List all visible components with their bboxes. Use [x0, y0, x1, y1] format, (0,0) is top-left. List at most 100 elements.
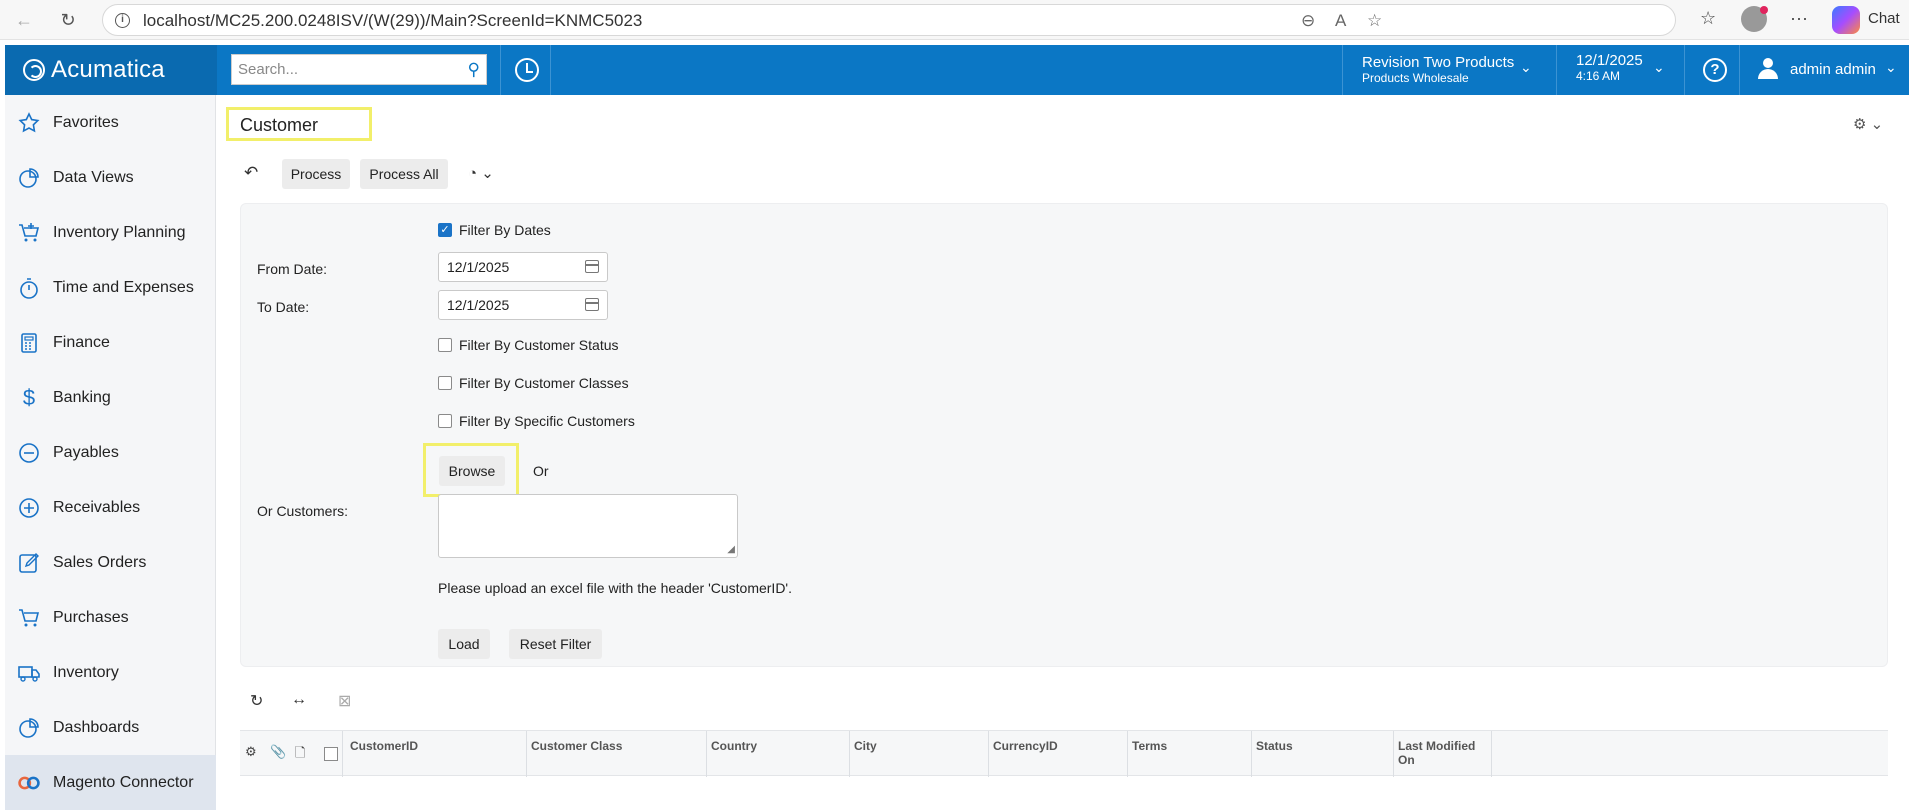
site-info-icon[interactable]: i: [115, 13, 130, 28]
column-header[interactable]: Customer Class: [527, 731, 707, 777]
or-customers-label: Or Customers:: [257, 503, 349, 519]
to-date-field[interactable]: 12/1/2025: [438, 290, 608, 320]
calculator-icon: [5, 331, 53, 355]
sidebar-item-payables[interactable]: Payables: [5, 425, 216, 480]
acumatica-logo[interactable]: Acumatica: [5, 45, 217, 95]
divider: [1556, 45, 1557, 95]
sidebar-item-finance[interactable]: Finance: [5, 315, 216, 370]
chevron-down-icon[interactable]: ⌄: [1653, 59, 1665, 76]
column-header[interactable]: Last Modified On: [1394, 731, 1492, 777]
sidebar-item-dashboards[interactable]: Dashboards: [5, 700, 216, 755]
fit-columns-icon[interactable]: ↔: [291, 691, 307, 709]
chevron-down-icon[interactable]: ⌄: [1520, 59, 1532, 76]
plus-circle-icon: [5, 496, 53, 520]
chat-label[interactable]: Chat: [1868, 10, 1900, 27]
grid-settings-icon[interactable]: ⚙: [245, 744, 257, 760]
address-bar[interactable]: i localhost/MC25.200.0248ISV/(W(29))/Mai…: [102, 4, 1676, 36]
user-menu[interactable]: admin admin: [1790, 61, 1876, 78]
customers-textarea[interactable]: ◢: [438, 494, 738, 558]
page-title: Customer: [240, 115, 319, 135]
sidebar-item-inventory-planning[interactable]: Inventory Planning: [5, 205, 216, 260]
sidebar-item-time-and-expenses[interactable]: Time and Expenses: [5, 260, 216, 315]
process-button[interactable]: Process: [282, 159, 350, 189]
logo-icon: [23, 59, 45, 81]
notification-dot: [1760, 6, 1768, 14]
column-header[interactable]: City: [850, 731, 989, 777]
favorite-star-icon[interactable]: ☆: [1367, 11, 1382, 31]
app-header: Acumatica ⚲ Revision Two Products Produc…: [5, 45, 1909, 95]
search-input[interactable]: [232, 55, 452, 84]
filter-by-specific-label: Filter By Specific Customers: [459, 413, 635, 429]
column-header[interactable]: Country: [707, 731, 850, 777]
favorites-bar-icon[interactable]: ☆: [1700, 8, 1716, 29]
sidebar-item-inventory[interactable]: Inventory: [5, 645, 216, 700]
minus-circle-icon: [5, 441, 53, 465]
filter-by-classes-label: Filter By Customer Classes: [459, 375, 629, 391]
process-all-button[interactable]: Process All: [360, 159, 448, 189]
search-icon[interactable]: ⚲: [468, 60, 480, 80]
company-selector[interactable]: Revision Two Products Products Wholesale: [1362, 54, 1514, 85]
sidebar-item-purchases[interactable]: Purchases: [5, 590, 216, 645]
sidebar-item-magento-connector[interactable]: Magento Connector: [5, 755, 216, 810]
filter-by-dates-checkbox[interactable]: ✓: [438, 223, 452, 237]
browse-button[interactable]: Browse: [439, 456, 505, 486]
filter-by-status-checkbox[interactable]: [438, 338, 452, 352]
cart-icon: [5, 606, 53, 630]
sidebar-item-receivables[interactable]: Receivables: [5, 480, 216, 535]
sidebar-item-data-views[interactable]: Data Views: [5, 150, 216, 205]
column-header[interactable]: CurrencyID: [989, 731, 1128, 777]
sidebar-item-sales-orders[interactable]: Sales Orders: [5, 535, 216, 590]
stopwatch-icon: [5, 276, 53, 300]
pie-chart-icon: [5, 166, 53, 190]
refresh-icon[interactable]: ↻: [56, 8, 80, 32]
from-date-field[interactable]: 12/1/2025: [438, 252, 608, 282]
upload-note: Please upload an excel file with the hea…: [438, 580, 792, 596]
to-date-label: To Date:: [257, 299, 310, 315]
filter-by-specific-checkbox[interactable]: [438, 414, 452, 428]
load-button[interactable]: Load: [438, 629, 490, 659]
search-box[interactable]: ⚲: [231, 54, 487, 85]
star-icon: [5, 111, 53, 135]
browser-toolbar: ← ↻ i localhost/MC25.200.0248ISV/(W(29))…: [0, 0, 1909, 40]
column-header[interactable]: Status: [1252, 731, 1394, 777]
sidebar-item-banking[interactable]: $ Banking: [5, 370, 216, 425]
column-header[interactable]: CustomerID: [346, 731, 527, 777]
column-header[interactable]: Terms: [1128, 731, 1252, 777]
help-icon[interactable]: ?: [1703, 58, 1727, 82]
filter-by-dates-label: Filter By Dates: [459, 222, 551, 238]
select-all-checkbox[interactable]: [324, 747, 338, 761]
refresh-icon[interactable]: ↻: [250, 691, 263, 711]
cart-plus-icon: [5, 221, 53, 245]
attachment-icon[interactable]: 📎: [270, 744, 286, 760]
calendar-icon[interactable]: [585, 298, 599, 311]
schedule-icon[interactable]: ◔ ⌄: [468, 164, 494, 182]
sidebar-item-favorites[interactable]: Favorites: [5, 95, 216, 150]
reset-filter-button[interactable]: Reset Filter: [509, 629, 602, 659]
filter-by-classes-checkbox[interactable]: [438, 376, 452, 390]
history-icon[interactable]: [515, 58, 539, 82]
more-menu-icon[interactable]: ···: [1790, 8, 1808, 29]
dollar-icon: $: [22, 384, 36, 410]
business-date-selector[interactable]: 12/1/2025 4:16 AM: [1576, 52, 1643, 83]
filter-by-status-label: Filter By Customer Status: [459, 337, 619, 353]
chevron-down-icon[interactable]: ⌄: [1885, 59, 1897, 76]
zoom-icon[interactable]: ⊖: [1301, 11, 1315, 31]
copilot-icon[interactable]: [1832, 6, 1860, 34]
divider: [1342, 45, 1343, 95]
user-icon[interactable]: [1757, 58, 1779, 80]
from-date-label: From Date:: [257, 261, 328, 277]
dashboard-icon: [5, 716, 53, 740]
back-icon[interactable]: ←: [12, 8, 36, 32]
url-text: localhost/MC25.200.0248ISV/(W(29))/Main?…: [143, 11, 643, 30]
divider: [500, 45, 501, 95]
gear-icon[interactable]: ⚙ ⌄: [1853, 115, 1883, 133]
grid-header: ⚙ 📎 🗋 CustomerID Customer Class Country …: [240, 730, 1888, 777]
column-divider: [342, 731, 343, 777]
resize-handle-icon[interactable]: ◢: [727, 544, 735, 555]
read-aloud-icon[interactable]: A: [1335, 11, 1346, 31]
undo-icon[interactable]: ↶: [244, 163, 258, 183]
export-excel-icon: ⊠: [338, 693, 352, 710]
edit-icon: [5, 551, 53, 575]
calendar-icon[interactable]: [585, 260, 599, 273]
note-icon[interactable]: 🗋: [295, 744, 305, 766]
